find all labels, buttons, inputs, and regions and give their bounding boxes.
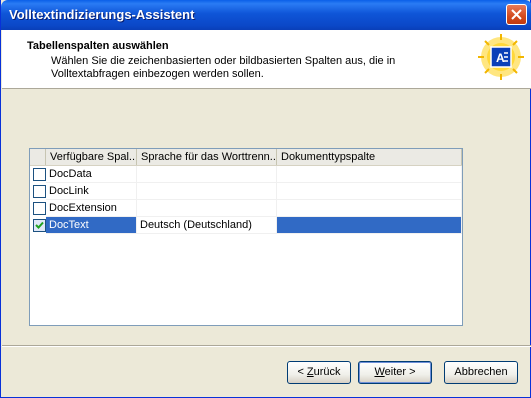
next-button-label: eiter > xyxy=(384,366,416,378)
language-cell[interactable]: Deutsch (Deutschland) xyxy=(137,217,277,234)
checkbox-icon[interactable] xyxy=(33,202,46,215)
language-cell[interactable] xyxy=(137,200,277,217)
back-button[interactable]: < Zurück xyxy=(287,361,351,384)
table-row[interactable]: DocData xyxy=(30,166,462,183)
column-header-check[interactable] xyxy=(30,149,46,165)
doctype-cell[interactable] xyxy=(277,183,462,200)
back-button-prefix: < xyxy=(297,366,307,378)
back-button-label: urück xyxy=(313,366,341,378)
next-button[interactable]: Weiter > xyxy=(358,361,432,384)
window-title: Volltextindizierungs-Assistent xyxy=(9,7,195,22)
table-row[interactable]: DocExtension xyxy=(30,200,462,217)
language-cell[interactable] xyxy=(137,166,277,183)
column-header-language[interactable]: Sprache für das Worttrenn... xyxy=(137,149,277,165)
svg-text:A: A xyxy=(496,51,505,65)
wizard-window: Volltextindizierungs-Assistent Tabellens… xyxy=(0,0,531,398)
page-title: Tabellenspalten auswählen xyxy=(27,40,169,52)
wizard-document-icon: A xyxy=(478,34,524,80)
listview-header: Verfügbare Spal... Sprache für das Wortt… xyxy=(30,149,462,166)
page-description: Wählen Sie die zeichenbasierten oder bil… xyxy=(51,55,396,80)
wizard-header: Tabellenspalten auswählen Wählen Sie die… xyxy=(2,30,531,89)
close-icon xyxy=(511,9,522,20)
doctype-cell[interactable] xyxy=(277,166,462,183)
column-name-cell: DocData xyxy=(46,166,137,183)
table-row[interactable]: DocLink xyxy=(30,183,462,200)
column-name-cell: DocText xyxy=(46,217,137,234)
columns-listview[interactable]: Verfügbare Spal... Sprache für das Wortt… xyxy=(29,148,463,326)
doctype-cell[interactable] xyxy=(277,217,462,234)
button-separator xyxy=(2,345,531,347)
checkbox-checked-icon[interactable] xyxy=(33,219,46,232)
checkmark-icon xyxy=(35,221,44,229)
close-button[interactable] xyxy=(506,4,527,25)
table-row-selected[interactable]: DocText Deutsch (Deutschland) xyxy=(30,217,462,234)
column-name-cell: DocLink xyxy=(46,183,137,200)
checkbox-icon[interactable] xyxy=(33,168,46,181)
column-header-doctype[interactable]: Dokumenttypspalte xyxy=(277,149,462,165)
cancel-button[interactable]: Abbrechen xyxy=(444,361,518,384)
back-button-accesskey: Z xyxy=(306,366,314,378)
checkbox-icon[interactable] xyxy=(33,185,46,198)
next-button-accesskey: W xyxy=(374,366,385,378)
title-bar[interactable]: Volltextindizierungs-Assistent xyxy=(1,0,531,30)
column-name-cell: DocExtension xyxy=(46,200,137,217)
column-header-available[interactable]: Verfügbare Spal... xyxy=(46,149,137,165)
doctype-cell[interactable] xyxy=(277,200,462,217)
language-cell[interactable] xyxy=(137,183,277,200)
